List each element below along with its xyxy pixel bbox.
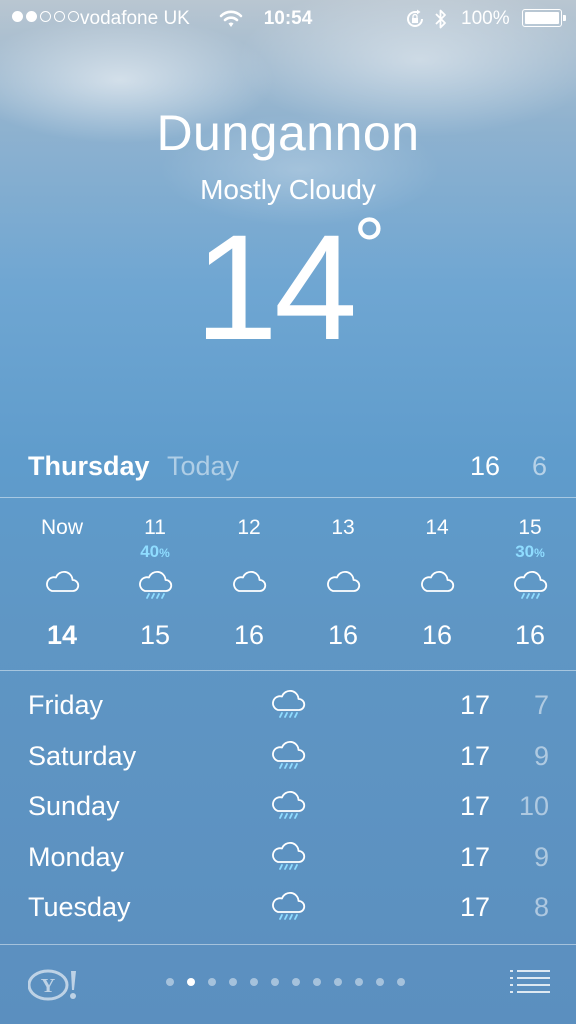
hour-column: 14 16 [392, 516, 482, 651]
precip-unit: % [159, 546, 170, 560]
cloud-icon [17, 564, 107, 606]
hour-column: 13 16 [298, 516, 388, 651]
svg-text:Y: Y [41, 975, 56, 997]
precip-chance [298, 542, 388, 564]
rain-icon [270, 789, 306, 828]
rain-icon [485, 564, 575, 606]
footer-toolbar: Y [0, 948, 576, 1024]
day-low: 9 [533, 841, 549, 872]
page-dot[interactable] [313, 978, 321, 986]
hour-label: 12 [237, 516, 261, 539]
rain-icon [270, 688, 306, 727]
precip-unit: % [534, 546, 545, 560]
battery-icon [522, 9, 566, 27]
day-name: Monday [28, 841, 125, 872]
today-low: 6 [532, 451, 548, 481]
divider [0, 670, 576, 671]
day-low: 7 [533, 690, 549, 720]
precip-value: 30 [515, 542, 535, 561]
precip-chance [392, 542, 482, 564]
day-high: 17 [459, 690, 490, 720]
hour-temp: 14 [46, 620, 78, 650]
daily-row: Friday 17 7 [0, 684, 576, 730]
day-low: 9 [533, 740, 549, 771]
rain-icon [270, 739, 306, 778]
page-dot[interactable] [229, 978, 237, 986]
daily-row: Saturday 17 9 [0, 735, 576, 781]
hour-temp: 16 [421, 620, 453, 650]
hour-temp: 16 [327, 620, 359, 650]
daily-row: Tuesday 17 8 [0, 886, 576, 932]
page-indicator[interactable] [166, 978, 405, 986]
page-dot[interactable] [355, 978, 363, 986]
day-name: Tuesday [28, 892, 131, 922]
status-bar: vodafone UK 10:54 100% [0, 0, 576, 38]
day-high: 17 [459, 791, 490, 821]
day-high: 17 [459, 740, 490, 771]
page-dot[interactable] [166, 978, 174, 986]
rain-icon [110, 564, 200, 606]
hour-column: 15 30% 16 [485, 516, 575, 651]
cloud-icon [204, 564, 294, 606]
divider [0, 497, 576, 498]
hour-column: 12 16 [204, 516, 294, 651]
today-summary: Thursday Today 16 6 [0, 446, 576, 486]
precip-chance: 30% [485, 542, 575, 564]
today-day: Thursday [28, 451, 150, 481]
precip-chance: 40% [110, 542, 200, 564]
divider [0, 944, 576, 945]
day-low: 10 [518, 791, 549, 821]
bluetooth-icon [434, 8, 448, 36]
day-name: Friday [28, 690, 104, 720]
rotation-lock-icon [404, 9, 426, 35]
cloud-icon [298, 564, 388, 606]
page-dot[interactable] [250, 978, 258, 986]
hour-label: 11 [144, 516, 166, 539]
page-dot[interactable] [292, 978, 300, 986]
page-dot[interactable] [208, 978, 216, 986]
page-dot[interactable] [334, 978, 342, 986]
page-dot[interactable] [271, 978, 279, 986]
day-name: Saturday [28, 740, 137, 771]
current-temperature: 14° [0, 206, 576, 363]
hour-temp: 16 [233, 620, 265, 650]
degree-symbol: ° [353, 201, 385, 290]
hour-temp: 15 [139, 620, 171, 650]
weather-condition: Mostly Cloudy [200, 174, 376, 205]
today-label: Today [167, 451, 240, 481]
precip-chance [204, 542, 294, 564]
rain-icon [270, 840, 306, 879]
day-low: 8 [533, 892, 549, 922]
list-icon[interactable] [510, 969, 550, 1000]
day-high: 17 [459, 841, 490, 872]
page-dot[interactable] [187, 978, 195, 986]
day-name: Sunday [28, 791, 120, 821]
cloud-icon [392, 564, 482, 606]
city-name: Dungannon [156, 105, 420, 161]
hour-label: Now [40, 516, 83, 539]
today-high: 16 [470, 451, 501, 481]
page-dot[interactable] [397, 978, 405, 986]
rain-icon [270, 890, 306, 929]
precip-value: 40 [140, 542, 160, 561]
hour-column: Now 14 [17, 516, 107, 651]
battery-percent: 100% [461, 8, 510, 29]
hour-label: 13 [331, 516, 355, 539]
daily-row: Monday 17 9 [0, 836, 576, 882]
hour-temp: 16 [514, 620, 546, 650]
day-high: 17 [459, 892, 490, 922]
precip-chance [17, 542, 107, 564]
hour-label: 14 [425, 516, 449, 539]
temperature-value: 14 [194, 203, 358, 371]
daily-row: Sunday 17 10 [0, 785, 576, 831]
yahoo-logo-icon[interactable]: Y [27, 968, 80, 1007]
hour-column: 11 40% 15 [110, 516, 200, 651]
hour-label: 15 [518, 516, 542, 539]
page-dot[interactable] [376, 978, 384, 986]
